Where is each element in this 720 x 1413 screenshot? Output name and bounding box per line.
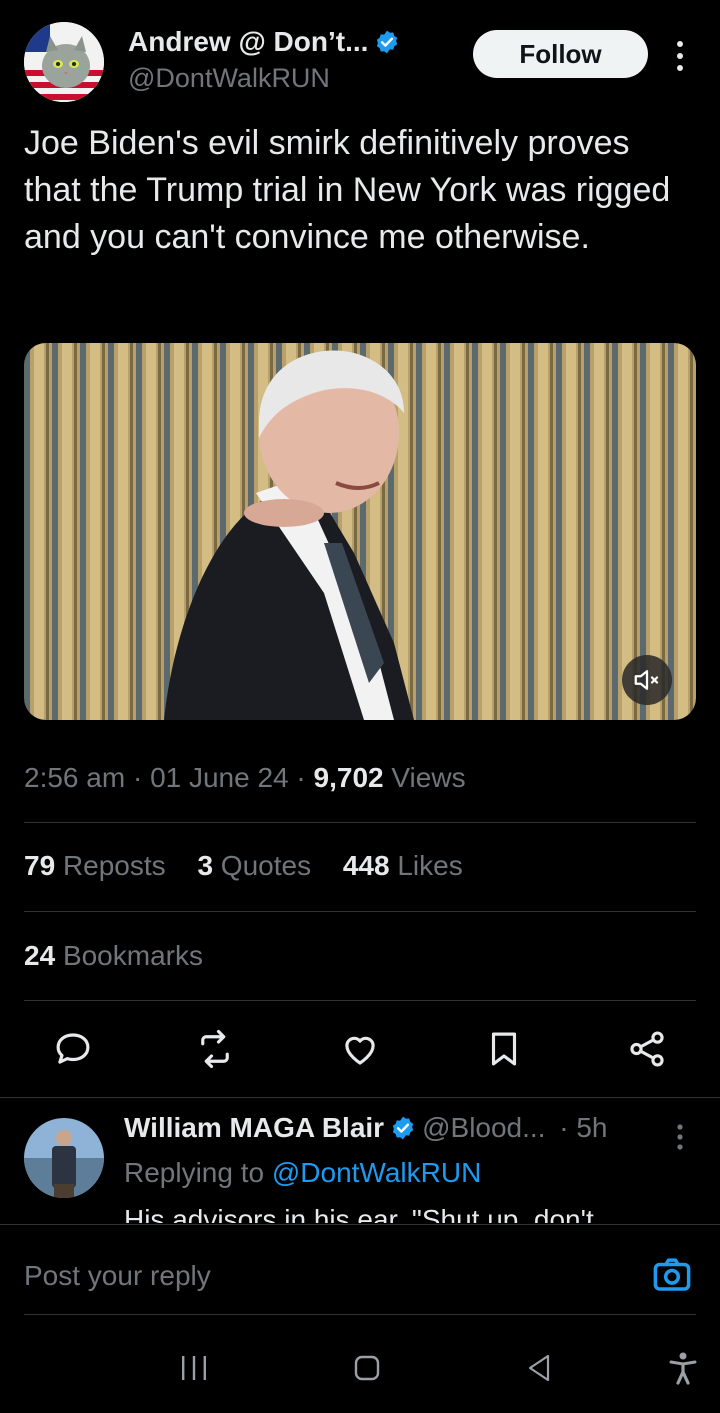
speaker-muted-icon xyxy=(634,670,659,690)
follow-button[interactable]: Follow xyxy=(473,30,648,78)
reply-more-options-icon[interactable] xyxy=(670,1122,690,1152)
quotes-count: 3 xyxy=(197,850,214,881)
author-avatar[interactable] xyxy=(24,22,104,102)
views-count: 9,702 xyxy=(313,762,384,793)
tweet-video[interactable] xyxy=(24,343,696,720)
mute-button[interactable] xyxy=(622,655,672,705)
cat-flag-avatar-icon xyxy=(24,22,104,102)
divider xyxy=(0,1224,720,1225)
video-thumbnail-icon xyxy=(24,343,696,720)
reposts-label: Reposts xyxy=(62,850,166,881)
meta-separator: · xyxy=(288,762,314,793)
engagement-stats: 79 Reposts 3 Quotes 448 Likes xyxy=(24,850,487,882)
back-icon[interactable] xyxy=(526,1350,552,1391)
bookmarks-stat[interactable]: 24 Bookmarks xyxy=(24,940,203,972)
divider xyxy=(24,1000,696,1001)
tweet-text: Joe Biden's evil smirk definitively prov… xyxy=(24,124,671,256)
reply-author-handle[interactable]: @Blood... xyxy=(422,1112,545,1143)
divider xyxy=(24,1314,696,1315)
quotes-label: Quotes xyxy=(220,850,312,881)
home-icon[interactable] xyxy=(354,1350,380,1391)
tweet-meta: 2:56 am · 01 June 24 · 9,702 Views xyxy=(24,762,466,794)
replying-to-prefix: Replying to xyxy=(124,1157,265,1188)
tweet-date: 01 June 24 xyxy=(150,762,289,793)
reply-text-container: His advisors in his ear, "Shut up, don't xyxy=(124,1203,684,1223)
bookmark-icon[interactable] xyxy=(483,1028,525,1070)
tweet-time: 2:56 am xyxy=(24,762,126,793)
reposts-count: 79 xyxy=(24,850,56,881)
author-name[interactable]: Andrew @ Don’t... xyxy=(128,26,400,62)
divider xyxy=(24,822,696,823)
reply-icon[interactable] xyxy=(52,1028,94,1070)
reply-input[interactable]: Post your reply xyxy=(24,1260,211,1292)
accessibility-icon[interactable] xyxy=(668,1350,698,1391)
more-options-icon[interactable] xyxy=(668,38,692,74)
author-name-text: Andrew @ Don’t... xyxy=(128,26,369,57)
replying-to: Replying to @DontWalkRUN xyxy=(124,1157,481,1189)
repost-icon[interactable] xyxy=(194,1028,236,1070)
quotes-stat[interactable]: 3 Quotes xyxy=(197,850,311,881)
replying-to-handle-link[interactable]: @DontWalkRUN xyxy=(272,1157,481,1188)
reposts-stat[interactable]: 79 Reposts xyxy=(24,850,166,881)
meta-separator: · xyxy=(125,762,151,793)
person-photo-avatar-icon xyxy=(24,1118,104,1198)
reply-header: William MAGA Blair @Blood... · 5h xyxy=(124,1112,608,1148)
likes-count: 448 xyxy=(342,850,390,881)
reply-time: · 5h xyxy=(559,1112,608,1143)
like-icon[interactable] xyxy=(339,1028,381,1070)
bookmarks-label: Bookmarks xyxy=(62,940,203,971)
reply-author-name[interactable]: William MAGA Blair xyxy=(124,1112,384,1143)
bookmarks-count: 24 xyxy=(24,940,56,971)
recent-apps-icon[interactable] xyxy=(180,1350,208,1391)
reply-text: His advisors in his ear, "Shut up, don't xyxy=(124,1204,594,1223)
divider xyxy=(0,1097,720,1098)
likes-stat[interactable]: 448 Likes xyxy=(343,850,463,881)
reply-author-avatar[interactable] xyxy=(24,1118,104,1198)
views-label[interactable]: Views xyxy=(391,762,465,793)
camera-icon[interactable] xyxy=(651,1254,693,1296)
divider xyxy=(24,911,696,912)
verified-badge-icon xyxy=(374,29,400,62)
author-handle[interactable]: @DontWalkRUN xyxy=(128,63,330,94)
verified-badge-icon xyxy=(390,1115,416,1148)
likes-label: Likes xyxy=(397,850,463,881)
share-icon[interactable] xyxy=(626,1028,668,1070)
